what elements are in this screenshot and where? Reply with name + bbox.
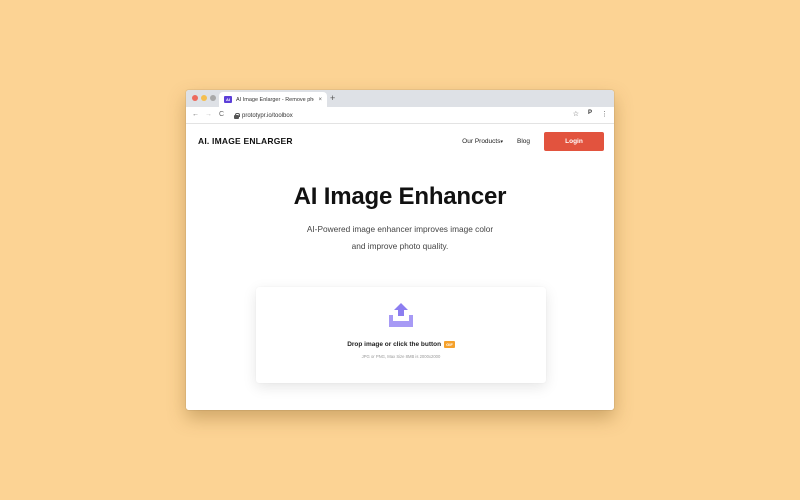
- site-nav: Our Products▾ Blog Login: [462, 131, 604, 151]
- reload-icon[interactable]: C: [219, 111, 224, 118]
- page-subtitle: AI-Powered image enhancer improves image…: [186, 221, 614, 255]
- close-window-button[interactable]: [192, 95, 198, 101]
- address-url[interactable]: prototypr.io/toolbox: [242, 113, 293, 119]
- back-arrow-icon[interactable]: ←: [192, 111, 199, 118]
- window-controls: [192, 95, 216, 101]
- tab-title: AI Image Enlarger - Remove photo blur: [236, 96, 314, 103]
- maximize-window-button[interactable]: [210, 95, 216, 101]
- upload-dropzone[interactable]: Drop image or click the button GIF JPG o…: [256, 287, 546, 383]
- extension-icon[interactable]: P: [588, 110, 592, 118]
- subtitle-line-2: and improve photo quality.: [351, 241, 449, 251]
- new-tab-button[interactable]: +: [330, 93, 335, 103]
- tab-close-icon[interactable]: ×: [318, 97, 322, 103]
- login-button[interactable]: Login: [544, 131, 604, 151]
- browser-toolbar: ← → C prototypr.io/toolbox ☆ P ⋮: [186, 107, 614, 124]
- browser-tab[interactable]: AI AI Image Enlarger - Remove photo blur…: [219, 92, 327, 107]
- gif-badge: GIF: [444, 341, 455, 348]
- page-title: AI Image Enhancer: [293, 183, 507, 210]
- site-logo[interactable]: AI. IMAGE ENLARGER: [198, 136, 293, 146]
- minimize-window-button[interactable]: [201, 95, 207, 101]
- browser-menu-icon[interactable]: ⋮: [601, 110, 608, 118]
- site-header: AI. IMAGE ENLARGER Our Products▾ Blog Lo…: [198, 131, 604, 153]
- nav-blog[interactable]: Blog: [517, 138, 530, 145]
- chevron-down-icon: ▾: [500, 138, 503, 145]
- nav-our-products-label: Our Products: [462, 137, 501, 145]
- nav-our-products[interactable]: Our Products▾: [462, 138, 503, 145]
- drop-instructions: Drop image or click the button GIF: [256, 341, 546, 348]
- upload-hint: JPG or PNG, Max Size 8MB is 2000x2000: [361, 354, 441, 359]
- bookmark-star-icon[interactable]: ☆: [573, 110, 579, 118]
- lock-icon: [234, 112, 240, 119]
- drop-text: Drop image or click the button: [347, 341, 442, 348]
- upload-icon[interactable]: [387, 302, 415, 328]
- toolbar-icons: ☆ P ⋮: [573, 110, 608, 118]
- tab-bar: AI AI Image Enlarger - Remove photo blur…: [186, 90, 614, 107]
- browser-window: AI AI Image Enlarger - Remove photo blur…: [186, 90, 614, 410]
- web-page: AI. IMAGE ENLARGER Our Products▾ Blog Lo…: [186, 124, 614, 410]
- subtitle-line-1: AI-Powered image enhancer improves image…: [306, 224, 494, 234]
- site-favicon-icon: AI: [224, 96, 232, 103]
- address-bar[interactable]: prototypr.io/toolbox: [234, 110, 574, 121]
- forward-arrow-icon[interactable]: →: [205, 111, 212, 118]
